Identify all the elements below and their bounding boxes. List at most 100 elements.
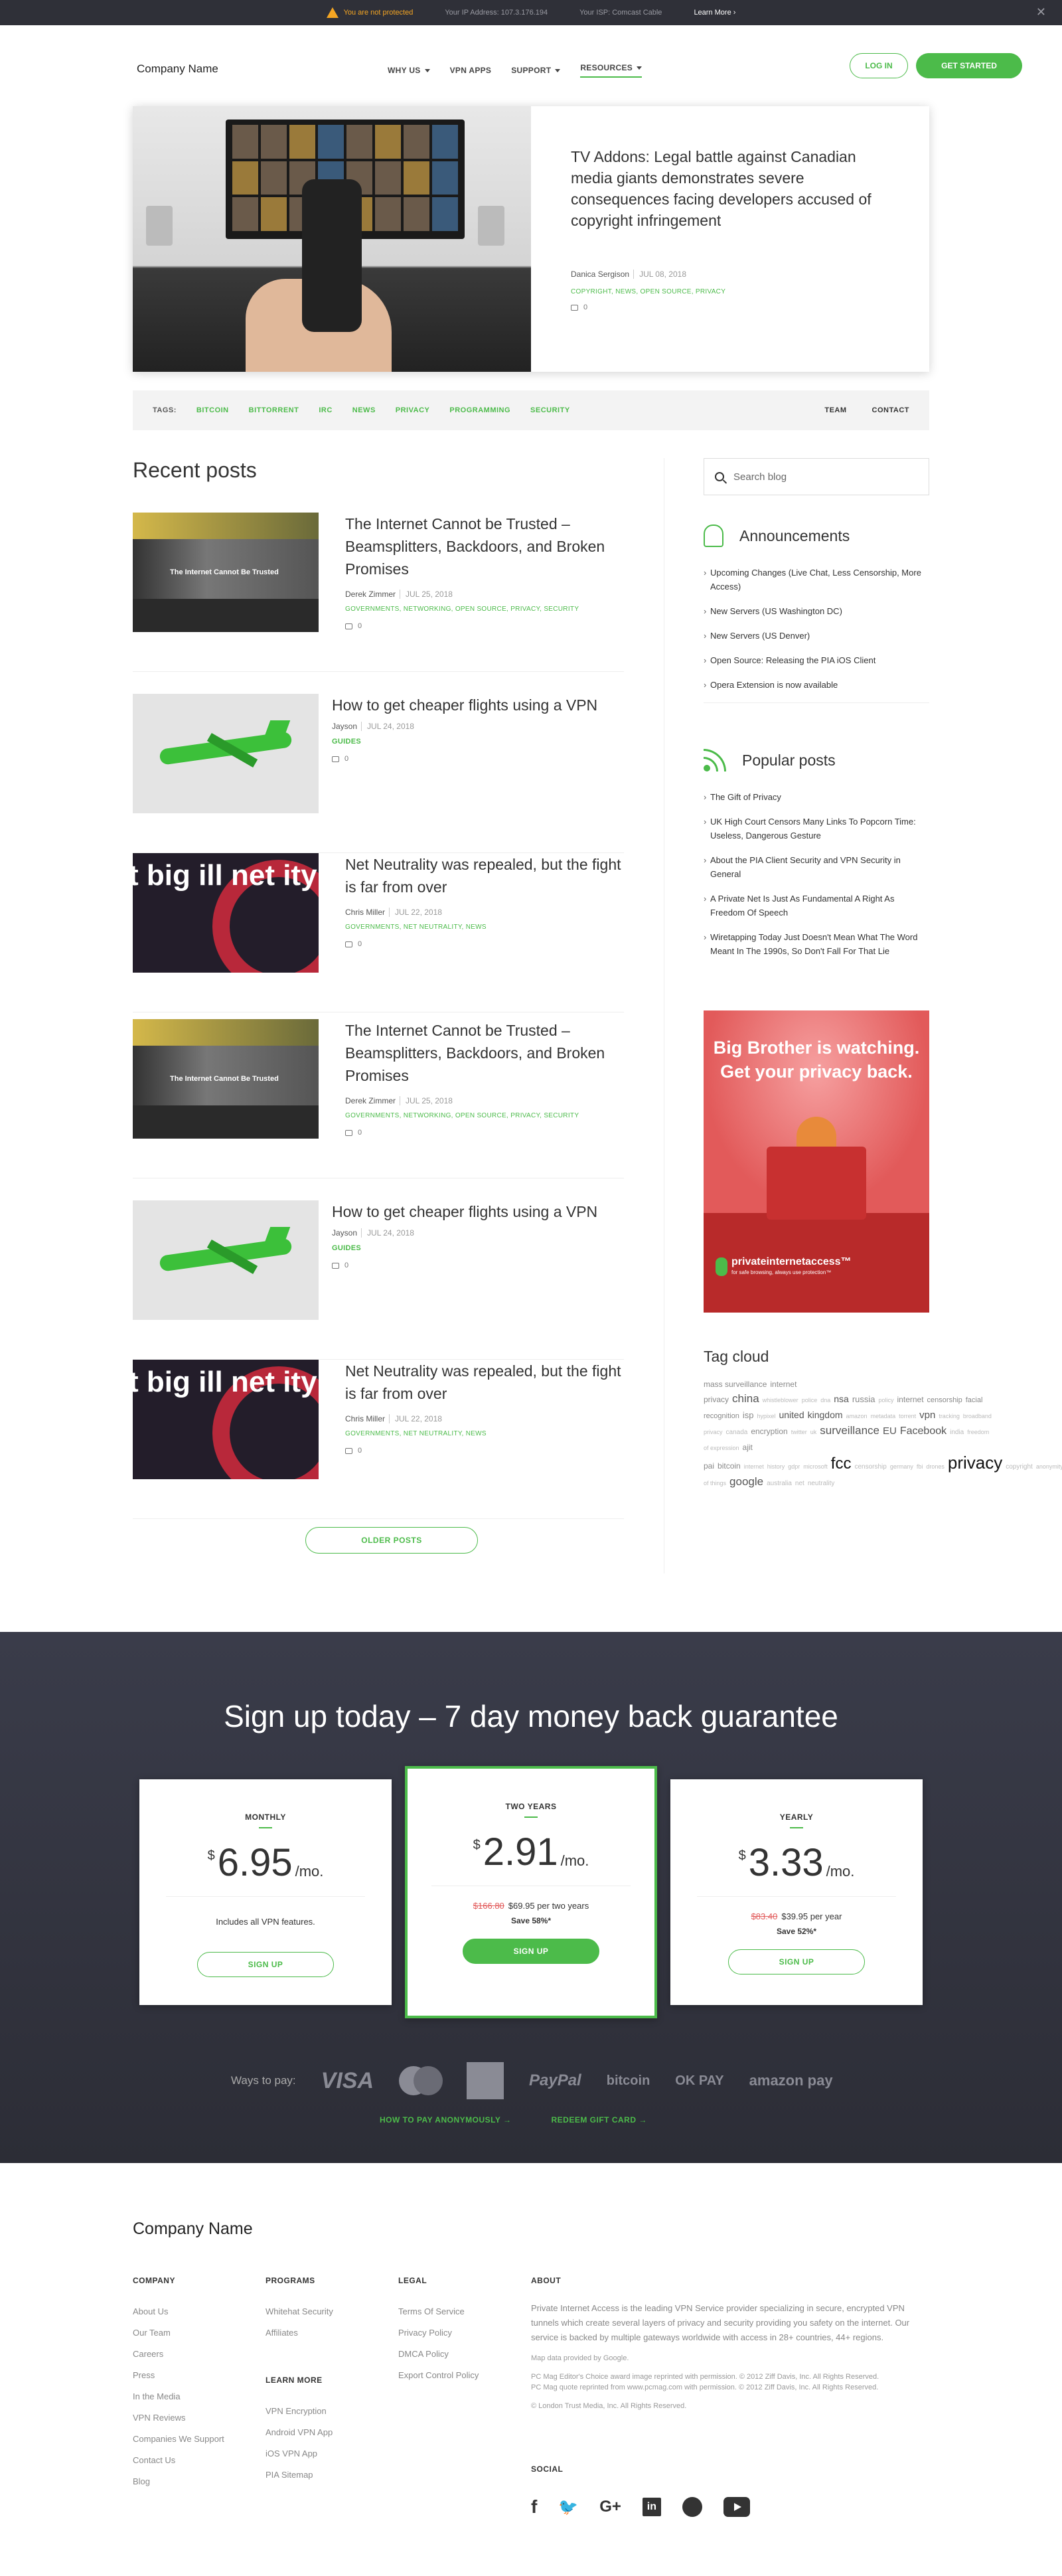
post-thumbnail[interactable] (133, 694, 319, 813)
footer-link[interactable]: Contact Us (133, 2450, 224, 2471)
footer-link[interactable]: In the Media (133, 2386, 224, 2407)
tag-cloud-link[interactable]: canada (726, 1429, 748, 1436)
footer-logo[interactable]: Company Name (133, 2219, 253, 2239)
footer-link[interactable]: VPN Encryption (266, 2401, 333, 2422)
footer-link[interactable]: Careers (133, 2344, 224, 2365)
older-posts-button[interactable]: OLDER POSTS (305, 1527, 478, 1554)
tag-cloud-link[interactable]: privacy (948, 1453, 1002, 1473)
tag-link[interactable]: BITTORRENT (249, 406, 299, 414)
announcement-link[interactable]: Opera Extension is now available (704, 678, 929, 692)
sign-up-button[interactable]: SIGN UP (197, 1952, 334, 1977)
footer-link[interactable]: VPN Reviews (133, 2407, 224, 2429)
tag-cloud-link[interactable]: whistleblower (763, 1397, 798, 1404)
tag-link[interactable]: PROGRAMMING (449, 406, 510, 414)
post-comments[interactable]: 0 (345, 1129, 624, 1137)
announcement-link[interactable]: Open Source: Releasing the PIA iOS Clien… (704, 653, 929, 667)
get-started-button[interactable]: GET STARTED (916, 53, 1022, 78)
tag-cloud-link[interactable]: australia (767, 1480, 792, 1487)
announcement-link[interactable]: New Servers (US Denver) (704, 629, 929, 643)
tag-cloud-link[interactable]: vpn (919, 1409, 935, 1421)
footer-link[interactable]: Companies We Support (133, 2429, 224, 2450)
list-item[interactable]: How to get cheaper flights using a VPN J… (133, 1200, 624, 1360)
tag-cloud-link[interactable]: gdpr (788, 1463, 800, 1470)
post-categories[interactable]: GOVERNMENTS, NETWORKING, OPEN SOURCE, PR… (345, 605, 624, 613)
tag-cloud-link[interactable]: encryption (751, 1427, 787, 1436)
post-title[interactable]: The Internet Cannot be Trusted – Beamspl… (345, 513, 624, 580)
tag-link[interactable]: SECURITY (530, 406, 570, 414)
footer-link[interactable]: Blog (133, 2471, 224, 2492)
post-categories[interactable]: GOVERNMENTS, NET NEUTRALITY, NEWS (345, 1430, 624, 1437)
post-comments[interactable]: 0 (345, 1447, 624, 1455)
login-button[interactable]: LOG IN (850, 53, 908, 78)
featured-post[interactable]: TV Addons: Legal battle against Canadian… (133, 106, 929, 372)
tag-cloud-link[interactable]: policy (879, 1397, 894, 1404)
post-categories[interactable]: GUIDES (332, 738, 624, 746)
close-icon[interactable]: ✕ (1036, 5, 1046, 19)
post-author[interactable]: Derek Zimmer (345, 1096, 396, 1105)
post-thumbnail[interactable]: t big ill net ity (133, 1360, 319, 1479)
list-item[interactable]: t big ill net ity Net Neutrality was rep… (133, 1360, 624, 1519)
post-author[interactable]: Chris Miller (345, 1414, 385, 1423)
list-item[interactable]: How to get cheaper flights using a VPN J… (133, 694, 624, 853)
post-thumbnail[interactable] (133, 1200, 319, 1320)
post-comments[interactable]: 0 (345, 622, 624, 630)
tag-link[interactable]: BITCOIN (196, 406, 229, 414)
tag-cloud-link[interactable]: metadata (871, 1413, 896, 1419)
featured-post-title[interactable]: TV Addons: Legal battle against Canadian… (571, 146, 889, 231)
tag-cloud-link[interactable]: isp (743, 1410, 754, 1420)
tag-cloud-link[interactable]: neutrality (808, 1480, 835, 1487)
tag-cloud-link[interactable]: censorship (927, 1396, 962, 1404)
tag-cloud-link[interactable]: censorship (854, 1463, 886, 1471)
popular-post-link[interactable]: UK High Court Censors Many Links To Popc… (704, 815, 929, 843)
nav-why-us[interactable]: WHY US (388, 63, 430, 78)
post-categories[interactable]: GOVERNMENTS, NET NEUTRALITY, NEWS (345, 924, 624, 931)
tag-cloud-link[interactable]: hypixel (757, 1413, 775, 1419)
sign-up-button[interactable]: SIGN UP (463, 1939, 599, 1964)
list-item[interactable]: The Internet Cannot Be Trusted The Inter… (133, 1019, 624, 1178)
footer-link[interactable]: DMCA Policy (398, 2344, 479, 2365)
nav-vpn-apps[interactable]: VPN APPS (450, 63, 492, 78)
tag-link[interactable]: IRC (319, 406, 332, 414)
post-categories[interactable]: GUIDES (332, 1244, 624, 1252)
post-title[interactable]: The Internet Cannot be Trusted – Beamspl… (345, 1019, 624, 1087)
post-author[interactable]: Jayson (332, 722, 357, 731)
footer-link[interactable]: About Us (133, 2301, 224, 2322)
post-author[interactable]: Jayson (332, 1228, 357, 1238)
youtube-icon[interactable] (723, 2497, 750, 2517)
post-thumbnail[interactable]: The Internet Cannot Be Trusted (133, 513, 319, 632)
footer-link[interactable]: Affiliates (266, 2322, 333, 2344)
tag-cloud-link[interactable]: tracking (939, 1413, 960, 1419)
tag-cloud-link[interactable]: russia (852, 1394, 875, 1404)
post-comments[interactable]: 0 (332, 755, 624, 763)
footer-link[interactable]: Privacy Policy (398, 2322, 479, 2344)
tag-cloud-link[interactable]: history (767, 1463, 785, 1470)
privacy-ad-banner[interactable]: Big Brother is watching. Get your privac… (704, 1010, 929, 1313)
post-author[interactable]: Derek Zimmer (345, 590, 396, 599)
twitter-icon[interactable]: 🐦 (558, 2495, 578, 2519)
tag-link[interactable]: NEWS (352, 406, 376, 414)
facebook-icon[interactable]: f (531, 2495, 537, 2519)
nav-resources[interactable]: RESOURCES (580, 63, 643, 78)
post-title[interactable]: How to get cheaper flights using a VPN (332, 694, 624, 716)
post-thumbnail[interactable]: t big ill net ity (133, 853, 319, 973)
tag-cloud-link[interactable]: copyright (1006, 1463, 1033, 1471)
post-title[interactable]: Net Neutrality was repealed, but the fig… (345, 853, 624, 898)
tag-cloud-link[interactable]: surveillance (820, 1424, 879, 1437)
reddit-icon[interactable] (682, 2497, 702, 2517)
search-blog-field[interactable]: Search blog (704, 458, 929, 495)
post-title[interactable]: Net Neutrality was repealed, but the fig… (345, 1360, 624, 1405)
tag-cloud-link[interactable]: police (802, 1397, 818, 1404)
popular-post-link[interactable]: A Private Net Is Just As Fundamental A R… (704, 892, 929, 920)
tag-link[interactable]: PRIVACY (396, 406, 430, 414)
tag-cloud-link[interactable]: drones (926, 1463, 945, 1470)
team-link[interactable]: TEAM (824, 406, 846, 414)
list-item[interactable]: t big ill net ity Net Neutrality was rep… (133, 853, 624, 1012)
footer-link[interactable]: Press (133, 2365, 224, 2386)
sign-up-button[interactable]: SIGN UP (728, 1949, 865, 1974)
redeem-gift-card-link[interactable]: REDEEM GIFT CARD → (551, 2115, 646, 2125)
list-item[interactable]: The Internet Cannot Be Trusted The Inter… (133, 513, 624, 672)
tag-cloud-link[interactable]: anonymity (1036, 1463, 1062, 1470)
linkedin-icon[interactable]: in (642, 2498, 661, 2516)
post-categories[interactable]: COPYRIGHT, NEWS, OPEN SOURCE, PRIVACY (571, 288, 889, 295)
tag-cloud-link[interactable]: EU (883, 1425, 897, 1437)
